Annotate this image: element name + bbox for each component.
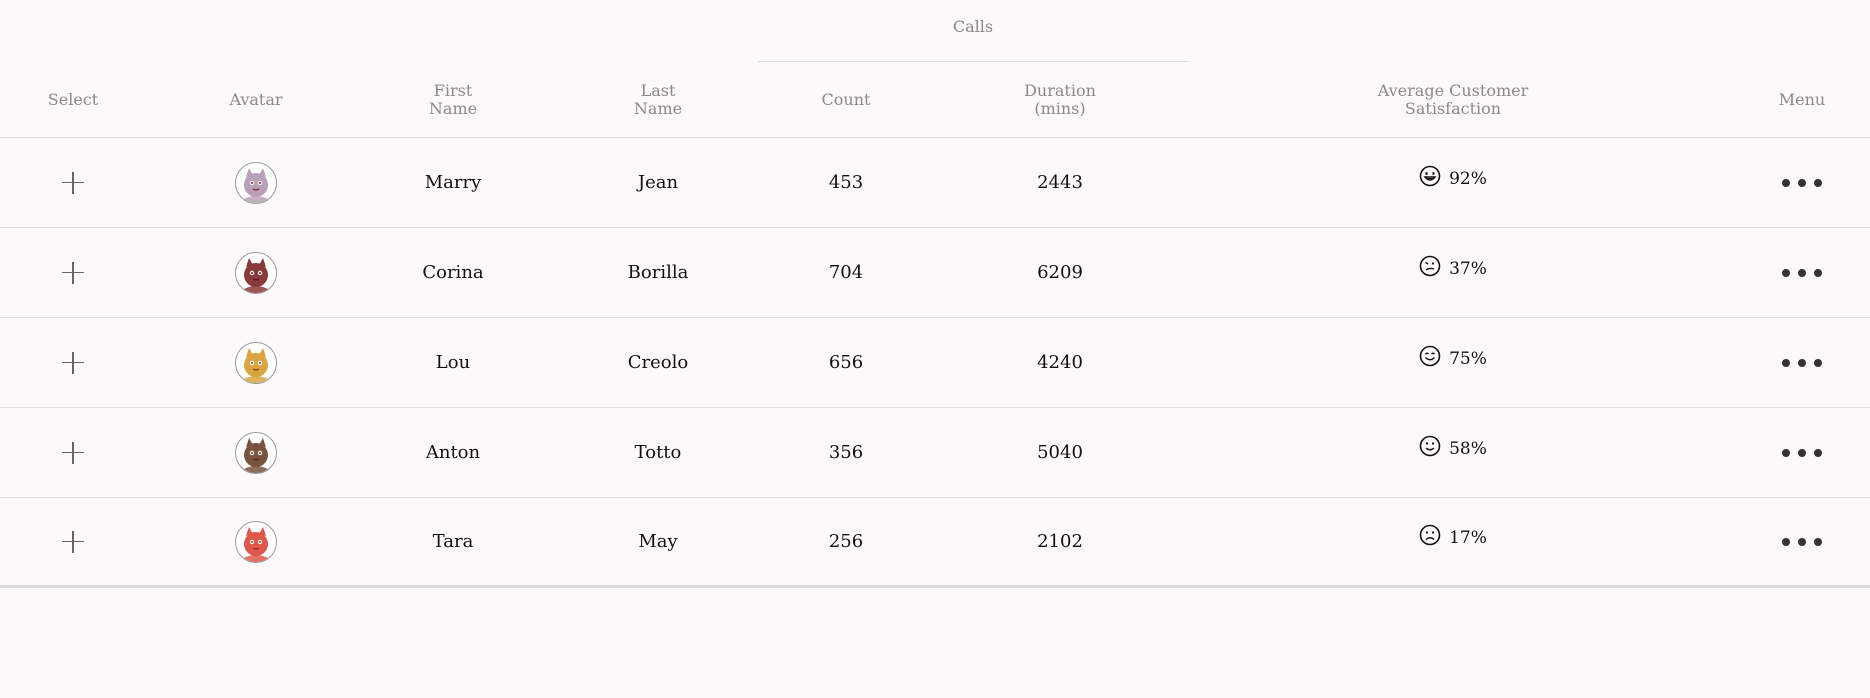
select-cell (0, 498, 146, 585)
avatar-cell (146, 498, 366, 585)
duration-cell: 4240 (1037, 352, 1083, 373)
column-header-satisfaction: Average Customer Satisfaction (1377, 80, 1529, 118)
laughing-face-icon (1419, 165, 1441, 192)
satisfaction-value: 58% (1419, 435, 1487, 462)
avatar-cell (146, 228, 366, 317)
duration-cell: 2443 (1037, 172, 1083, 193)
table-row[interactable]: Marry Jean 453 2443 92% (0, 138, 1870, 228)
satisfaction-cell: 92% (1314, 138, 1592, 227)
first-name-cell: Corina (422, 262, 484, 283)
avatar (235, 251, 277, 294)
column-header-duration: Duration (mins) (1024, 80, 1096, 118)
cat-avatar-icon (244, 167, 268, 203)
menu-cell (1702, 408, 1870, 497)
satisfaction-value: 92% (1419, 165, 1487, 192)
count-cell: 356 (828, 442, 864, 463)
avatar-cell (146, 318, 366, 407)
duration-cell: 6209 (1037, 262, 1083, 283)
add-plus-icon[interactable] (62, 441, 84, 464)
satisfaction-cell: 75% (1314, 318, 1592, 407)
confused-face-icon (1419, 255, 1441, 282)
first-name-cell: Anton (425, 442, 481, 463)
satisfaction-value: 75% (1419, 345, 1487, 372)
satisfaction-cell: 17% (1314, 498, 1592, 585)
cat-avatar-icon (244, 347, 268, 383)
table-header-row: Select Avatar First Name Last Name Count… (0, 62, 1870, 138)
table-row[interactable]: Lou Creolo 656 4240 75% (0, 318, 1870, 408)
cat-avatar-icon (244, 526, 268, 562)
more-options-icon[interactable] (1782, 448, 1822, 457)
count-cell: 704 (828, 262, 864, 283)
table-body: Marry Jean 453 2443 92% Corina Borilla 7… (0, 138, 1870, 588)
calls-table: Calls Select Avatar First Name Last Name… (0, 0, 1870, 698)
first-name-cell: Tara (432, 531, 474, 552)
count-cell: 453 (828, 172, 864, 193)
table-row[interactable]: Corina Borilla 704 6209 37% (0, 228, 1870, 318)
duration-cell: 5040 (1037, 442, 1083, 463)
column-header-menu: Menu (1778, 89, 1826, 109)
cat-avatar-icon (244, 437, 268, 473)
table-row[interactable]: Anton Totto 356 5040 58% (0, 408, 1870, 498)
more-options-icon[interactable] (1782, 268, 1822, 277)
satisfaction-percent: 37% (1449, 258, 1487, 279)
calls-group-header: Calls (758, 0, 1188, 62)
satisfaction-percent: 75% (1449, 348, 1487, 369)
column-header-count: Count (821, 89, 871, 109)
avatar-cell (146, 408, 366, 497)
select-cell (0, 228, 146, 317)
select-cell (0, 138, 146, 227)
duration-cell: 2102 (1037, 531, 1083, 552)
avatar (235, 431, 277, 474)
first-name-cell: Lou (435, 352, 471, 373)
avatar (235, 520, 277, 563)
more-options-icon[interactable] (1782, 178, 1822, 187)
menu-cell (1702, 228, 1870, 317)
satisfaction-percent: 58% (1449, 438, 1487, 459)
select-cell (0, 408, 146, 497)
add-plus-icon[interactable] (62, 261, 84, 284)
table-row[interactable]: Tara May 256 2102 17% (0, 498, 1870, 588)
avatar-cell (146, 138, 366, 227)
satisfaction-percent: 17% (1449, 527, 1487, 548)
avatar (235, 161, 277, 204)
satisfaction-value: 17% (1419, 524, 1487, 551)
add-plus-icon[interactable] (62, 530, 84, 553)
column-header-select: Select (47, 89, 99, 109)
add-plus-icon[interactable] (62, 351, 84, 374)
cat-avatar-icon (244, 257, 268, 293)
select-cell (0, 318, 146, 407)
column-header-avatar: Avatar (229, 89, 283, 109)
menu-cell (1702, 318, 1870, 407)
satisfaction-cell: 37% (1314, 228, 1592, 317)
count-cell: 256 (828, 531, 864, 552)
add-plus-icon[interactable] (62, 171, 84, 194)
count-cell: 656 (828, 352, 864, 373)
slight-smile-face-icon (1419, 435, 1441, 462)
column-header-first-name: First Name (428, 80, 478, 118)
first-name-cell: Marry (424, 172, 482, 193)
menu-cell (1702, 498, 1870, 585)
satisfaction-value: 37% (1419, 255, 1487, 282)
satisfaction-percent: 92% (1449, 168, 1487, 189)
smiling-face-icon (1419, 345, 1441, 372)
more-options-icon[interactable] (1782, 358, 1822, 367)
frowning-face-icon (1419, 524, 1441, 551)
menu-cell (1702, 138, 1870, 227)
satisfaction-cell: 58% (1314, 408, 1592, 497)
avatar (235, 341, 277, 384)
more-options-icon[interactable] (1782, 537, 1822, 546)
